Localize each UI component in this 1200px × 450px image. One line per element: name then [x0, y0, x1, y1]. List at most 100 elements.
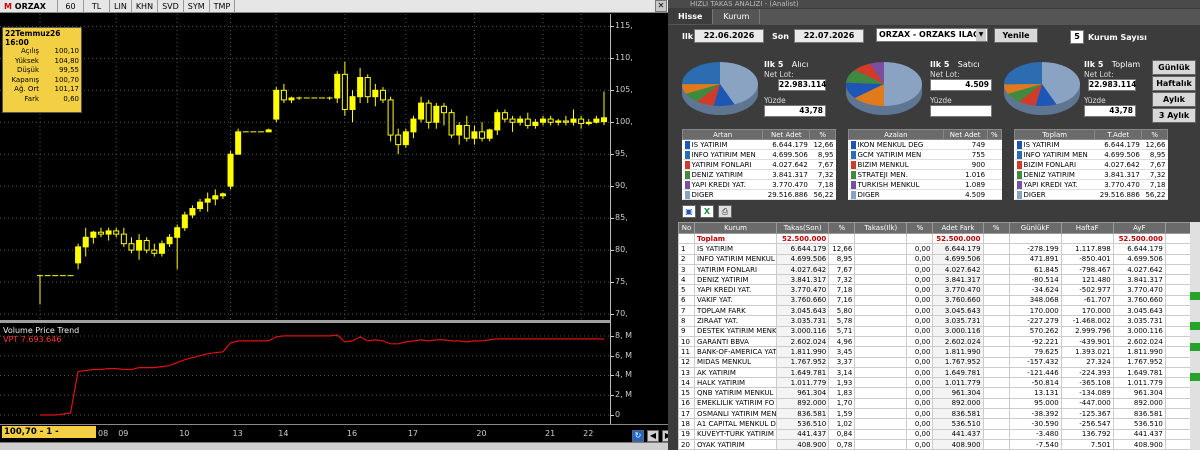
- table-row[interactable]: 1 IS YATIRIM 6.644.179 12,66 0,00 6.644.179 -2…: [678, 243, 1200, 255]
- table-row[interactable]: 14 HALK YATIRIM 1.011.779 1,93 0,00 1.011.779…: [678, 377, 1200, 389]
- table-row[interactable]: YAPI KREDI YAT. 3.770.470 7,18: [1014, 179, 1168, 190]
- column-header[interactable]: Artan: [681, 129, 764, 140]
- kurum-table[interactable]: No Kurum Takas(Son)% Takas(Ilk)% Adet Fark% G…: [678, 222, 1200, 450]
- table-row[interactable]: YATIRIM FONLARI 4.027.642 7,67: [682, 159, 836, 170]
- tab-kurum[interactable]: Kurum: [713, 9, 761, 24]
- table-row[interactable]: IS YATIRIM 6.644.179 12,66: [1014, 139, 1168, 150]
- table-row[interactable]: 11 BANK-OF-AMERICA YAT 1.811.990 3,45 0,00 1.…: [678, 346, 1200, 358]
- mode-khn-button[interactable]: KHN: [132, 0, 159, 13]
- table-row[interactable]: DIGER 4.509: [848, 189, 1002, 200]
- table-row[interactable]: DIGER 29.516.886 56,22: [682, 189, 836, 200]
- table-row[interactable]: 10 GARANTI BBVA 2.602.024 4,96 0,00 2.602.024…: [678, 335, 1200, 348]
- table-row[interactable]: 20 OYAK YATIRIM 408.900 0,78 0,00 408.900 -7.5…: [678, 438, 1200, 450]
- table-row[interactable]: GCM YATIRIM MEN 755: [848, 149, 1002, 160]
- mode-tmp-button[interactable]: TMP: [210, 0, 236, 13]
- table-row[interactable]: 3 YATIRIM FONLARI 4.027.642 7,67 0,00 4.027.6…: [678, 263, 1200, 276]
- save-icon[interactable]: ▣: [682, 205, 696, 218]
- table-row[interactable]: DIGER 29.516.886 56,22: [1014, 189, 1168, 200]
- color-swatch: [850, 170, 856, 179]
- table-cell: 3.045.643: [932, 305, 984, 317]
- period-daily-button[interactable]: Günlük: [1152, 60, 1196, 75]
- table-row[interactable]: DENIZ YATIRIM 3.841.317 7,32: [1014, 169, 1168, 180]
- table-row[interactable]: 8 ZIRAAT YAT. 3.035.731 5,78 0,00 3.035.731 -2…: [678, 315, 1200, 327]
- vertical-scrollbar[interactable]: [1190, 222, 1200, 450]
- color-swatch: [850, 140, 856, 149]
- mode-lin-button[interactable]: LIN: [110, 0, 132, 13]
- period-weekly-button[interactable]: Haftalık: [1152, 76, 1196, 91]
- column-header[interactable]: %: [982, 222, 1010, 234]
- horizontal-scrollbar[interactable]: [0, 442, 668, 450]
- symbol-select[interactable]: ORZAX - ORZAKS ILAC ▼: [876, 28, 988, 42]
- end-date-field[interactable]: 22.07.2026: [794, 29, 864, 43]
- column-header[interactable]: HaftaF: [1060, 222, 1114, 234]
- table-row[interactable]: 18 A1 CAPITAL MENKUL DE 536.510 1,02 0,00 536…: [678, 418, 1200, 430]
- column-header[interactable]: %: [906, 222, 934, 234]
- refresh-icon[interactable]: ↻: [632, 430, 644, 442]
- table-row[interactable]: DENIZ YATIRIM 3.841.317 7,32: [682, 169, 836, 180]
- refresh-button[interactable]: Yenile: [994, 28, 1038, 43]
- column-header[interactable]: %: [986, 129, 1003, 140]
- table-row[interactable]: 6 VAKIF YAT. 3.760.660 7,16 0,00 3.760.660 348…: [678, 294, 1200, 307]
- column-header[interactable]: Kurum: [694, 222, 778, 234]
- table-row[interactable]: 17 OSMANLI YATIRIM MEN 836.581 1,59 0,00 836.…: [678, 408, 1200, 420]
- table-row[interactable]: 4 DENIZ YATIRIM 3.841.317 7,32 0,00 3.841.317…: [678, 274, 1200, 286]
- table-row[interactable]: 19 KUVEYT-TURK YATIRIM 441.437 0,84 0,00 441.…: [678, 428, 1200, 440]
- price-chart[interactable]: [0, 14, 610, 320]
- kurum-count-field[interactable]: 5: [1070, 30, 1084, 44]
- table-row[interactable]: 2 INFO YATIRIM MENKUL 4.699.506 8,95 0,00 4.6…: [678, 253, 1200, 265]
- scroll-left-icon[interactable]: ◀: [647, 430, 659, 442]
- table-row[interactable]: YAPI KREDI YAT. 3.770.470 7,18: [682, 179, 836, 190]
- table-row[interactable]: 13 AK YATIRIM 1.649.781 3,14 0,00 1.649.781 -1…: [678, 366, 1200, 379]
- table-row[interactable]: 16 EMEKLILIK YATIRIM FO 892.000 1,70 0,00 892…: [678, 397, 1200, 410]
- currency-button[interactable]: TL: [84, 0, 110, 13]
- tab-hisse[interactable]: Hisse: [668, 9, 714, 24]
- table-row[interactable]: 15 QNB YATIRIM MENKUL 961.304 1,83 0,00 961.3…: [678, 387, 1200, 399]
- table-cell: 441.437: [1112, 428, 1166, 440]
- column-header[interactable]: T.Adet: [1094, 129, 1143, 140]
- period-monthly-button[interactable]: Aylık: [1152, 92, 1196, 107]
- table-cell: 0,00: [906, 428, 934, 440]
- table-row[interactable]: 5 YAPI KREDI YAT. 3.770.470 7,18 0,00 3.770.4…: [678, 284, 1200, 296]
- symbol-selector[interactable]: M ORZAX: [0, 0, 58, 13]
- table-row[interactable]: 9 DESTEK YATIRIM MENK 3.000.116 5,71 0,00 3.0…: [678, 325, 1200, 337]
- total-row[interactable]: Toplam52.500.00052.500.00052.500.00052.: [678, 232, 1200, 245]
- artan-table: Artan Net Adet% IS YATIRIM 6.644.179 12,66 IN…: [681, 129, 836, 200]
- total-cell: [906, 232, 934, 245]
- color-swatch: [850, 160, 856, 169]
- column-header[interactable]: Azalan: [848, 129, 944, 140]
- close-icon[interactable]: ✕: [655, 0, 667, 12]
- mode-sym-button[interactable]: SYM: [184, 0, 210, 13]
- table-cell: 961.304: [776, 387, 830, 399]
- start-date-field[interactable]: 22.06.2026: [694, 29, 764, 43]
- column-header[interactable]: %: [1141, 129, 1168, 140]
- column-header[interactable]: Net Adet: [942, 129, 988, 140]
- excel-icon[interactable]: X: [700, 205, 714, 218]
- table-row[interactable]: TURKISH MENKUL 1.089: [848, 179, 1002, 190]
- column-header[interactable]: No: [678, 222, 696, 234]
- table-row[interactable]: INFO YATIRIM MEN 4.699.506 8,95: [1014, 149, 1168, 160]
- column-header[interactable]: Toplam: [1013, 129, 1096, 140]
- table-row[interactable]: STRATEJI MEN. 1.016: [848, 169, 1002, 180]
- mode-svd-button[interactable]: SVD: [158, 0, 184, 13]
- print-icon[interactable]: ⎙: [718, 205, 732, 218]
- table-row[interactable]: BIZIM MENKUL 900: [848, 159, 1002, 170]
- column-header[interactable]: Net Adet: [762, 129, 811, 140]
- column-header[interactable]: %: [828, 222, 856, 234]
- panel-title: HIZLI TAKAS ANALIZI - (Analist): [668, 0, 1200, 8]
- candle: [273, 87, 280, 123]
- table-row[interactable]: IS YATIRIM 6.644.179 12,66: [682, 139, 836, 150]
- table-row[interactable]: BIZIM FONLARI 4.027.642 7,67: [1014, 159, 1168, 170]
- column-header[interactable]: Takas(Ilk): [854, 222, 908, 234]
- period-quarterly-button[interactable]: 3 Aylık: [1152, 108, 1196, 123]
- column-header[interactable]: Takas(Son): [776, 222, 830, 234]
- column-header[interactable]: AyF: [1112, 222, 1166, 234]
- column-header[interactable]: Adet Fark: [932, 222, 984, 234]
- table-row[interactable]: INFO YATIRIM MEN 4.699.506 8,95: [682, 149, 836, 160]
- column-header[interactable]: %: [809, 129, 836, 140]
- table-row[interactable]: 12 MIDAS MENKUL 1.767.952 3,37 0,00 1.767.952…: [678, 356, 1200, 368]
- column-header[interactable]: GünlükF: [1008, 222, 1062, 234]
- vpt-chart[interactable]: [0, 323, 610, 423]
- table-row[interactable]: IKON MENKUL DEG 749: [848, 139, 1002, 150]
- interval-button[interactable]: 60: [58, 0, 84, 13]
- table-row[interactable]: 7 TOPLAM FARK 3.045.643 5,80 0,00 3.045.643 17…: [678, 305, 1200, 317]
